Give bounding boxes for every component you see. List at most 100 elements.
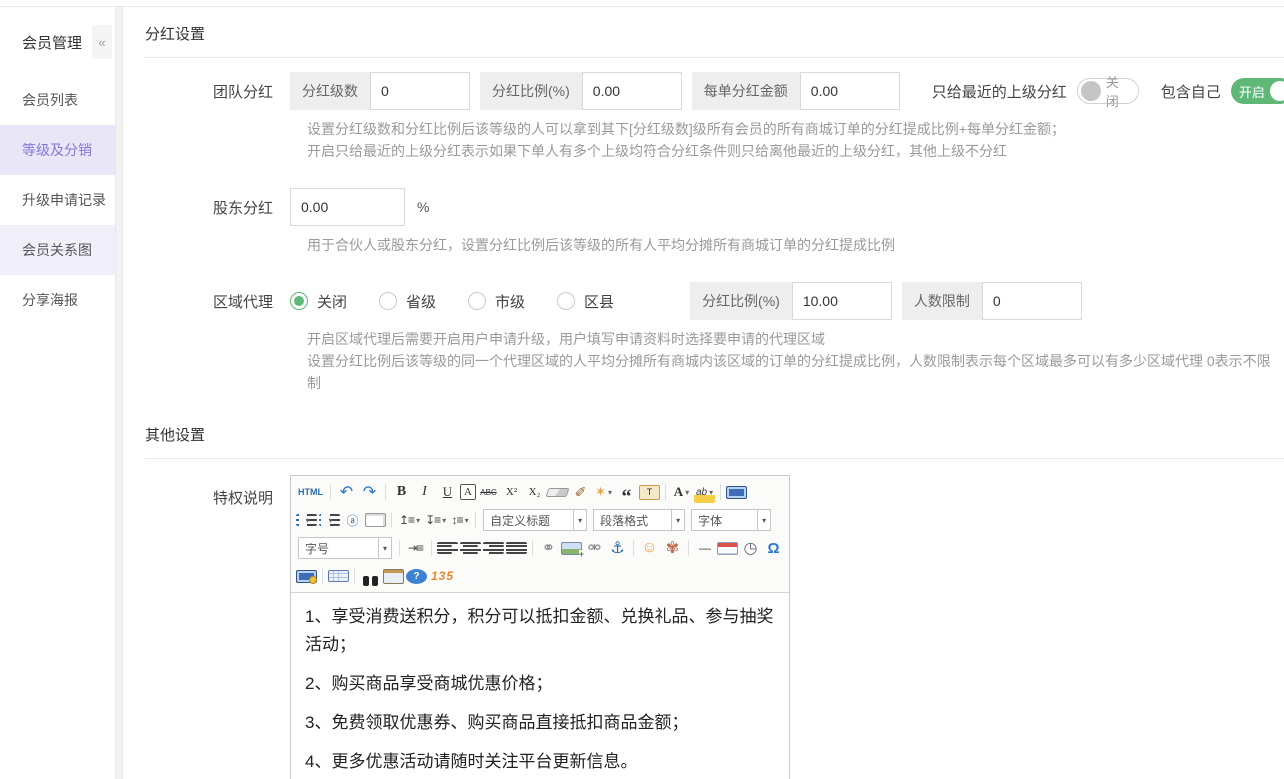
toolbar-separator [354, 568, 355, 584]
team-dividend-help: 设置分红级数和分红比例后该等级的人可以拿到其下[分红级数]级所有会员的所有商城订… [307, 118, 1284, 162]
unlink-icon[interactable]: ⚮ [584, 538, 605, 559]
find-replace-icon[interactable] [360, 571, 381, 581]
bold-icon[interactable]: B [391, 482, 412, 503]
table-icon[interactable] [328, 570, 349, 582]
chevron-down-icon: ▾ [757, 510, 770, 530]
include-self-toggle[interactable]: 开启 [1231, 78, 1284, 104]
radio-label: 关闭 [317, 291, 347, 312]
image-icon[interactable] [561, 542, 582, 555]
toolbar-separator [391, 512, 392, 528]
paragraph-spacing-icon[interactable]: ↥≡▾ [397, 510, 421, 531]
toolbar-row-4: 135 [295, 562, 785, 590]
chevron-down-icon: ▾ [685, 488, 689, 497]
remove-format-icon[interactable] [546, 488, 570, 497]
anchor-text-icon[interactable]: ⓐ [342, 510, 363, 531]
radio-ring [379, 292, 397, 310]
dividend-levels-group: 分红级数 [290, 72, 470, 110]
toolbar-separator [322, 568, 323, 584]
anchor-icon[interactable]: ⚓ [607, 538, 628, 559]
editor-toolbar: HTML↶↷BIUAABCX²X₂✐✶▾“A▾ab▾ ▾▾ⓐ↥≡▾↧≡▾↕≡▾自… [291, 476, 789, 593]
region-radio-city[interactable]: 市级 [468, 291, 525, 312]
sidebar-title: 会员管理 [22, 32, 82, 53]
section-divider [145, 57, 1284, 58]
new-page-icon[interactable] [365, 513, 386, 527]
custom-heading-select[interactable]: 自定义标题▾ [483, 509, 587, 531]
insert-date-icon[interactable] [717, 542, 738, 555]
link-icon[interactable]: ⚭ [538, 538, 559, 559]
toggle-state-text: 开启 [1239, 82, 1265, 101]
toolbar-row-1: HTML ↶↷ BIUAABCX²X₂ ✐✶▾“ A▾ab▾ [295, 478, 785, 506]
palette-icon[interactable]: ✾ [662, 538, 683, 559]
sidebar-item-member-list[interactable]: 会员列表 [0, 75, 115, 125]
quick-format-icon[interactable]: ✶▾ [593, 482, 614, 503]
toolbar-separator [688, 540, 689, 556]
paste-as-text-icon[interactable] [639, 485, 660, 500]
help-icon[interactable] [406, 569, 427, 584]
toggle-state-text: 关闭 [1106, 72, 1130, 110]
dividend-ratio-input[interactable] [582, 72, 682, 110]
unordered-list-icon[interactable]: ▾ [319, 514, 340, 526]
emoticon-icon[interactable]: ☺ [639, 538, 660, 559]
font-color-icon[interactable]: A▾ [671, 482, 692, 503]
font-size-select[interactable]: 字号▾ [298, 537, 392, 559]
editor-135-icon[interactable]: 135 [429, 566, 456, 587]
chevron-down-icon: ▾ [378, 538, 391, 558]
italic-icon[interactable]: I [414, 482, 435, 503]
undo-icon[interactable]: ↶ [336, 482, 357, 503]
paste-icon[interactable] [383, 569, 404, 584]
format-brush-icon[interactable]: ✐ [570, 482, 591, 503]
page: 会员管理 « 会员列表 等级及分销 升级申请记录 会员关系图 分享海报 分红设置… [0, 0, 1284, 779]
horizontal-rule-icon[interactable]: — [694, 538, 715, 559]
indent-icon[interactable]: ⇥≡ [405, 538, 426, 559]
region-limit-group: 人数限制 [902, 282, 1082, 320]
sidebar-item-level-distribution[interactable]: 等级及分销 [0, 125, 115, 175]
font-style-box-icon[interactable]: A [460, 484, 476, 500]
letter-spacing-icon[interactable]: ↕≡▾ [449, 510, 470, 531]
map-icon[interactable] [296, 570, 317, 583]
shareholder-dividend-row: 股东分红 % [145, 188, 1284, 226]
ordered-list-icon[interactable]: ▾ [296, 514, 317, 526]
region-ratio-input[interactable] [792, 282, 892, 320]
toolbar-separator [720, 484, 721, 500]
insert-time-icon[interactable]: ◷ [740, 538, 761, 559]
region-radio-district[interactable]: 区县 [557, 291, 614, 312]
subscript-icon[interactable]: X₂ [524, 482, 545, 503]
toolbar-separator [532, 540, 533, 556]
chevron-down-icon: ▾ [416, 516, 419, 525]
nearest-parent-toggle-label: 只给最近的上级分红 [932, 81, 1067, 102]
redo-icon[interactable]: ↷ [359, 482, 380, 503]
align-left-icon[interactable] [437, 542, 458, 554]
region-limit-input[interactable] [982, 282, 1082, 320]
dividend-levels-input[interactable] [370, 72, 470, 110]
align-center-icon[interactable] [460, 542, 481, 554]
chevron-down-icon: ▾ [465, 516, 468, 525]
editor-paragraph: 1、享受消费送积分，积分可以抵扣金额、兑换礼品、参与抽奖活动； [305, 603, 775, 659]
per-order-amount-input[interactable] [800, 72, 900, 110]
region-radio-off[interactable]: 关闭 [290, 291, 347, 312]
blockquote-icon[interactable]: “ [616, 482, 637, 503]
region-agent-label: 区域代理 [145, 291, 290, 312]
underline-icon[interactable]: U [437, 482, 458, 503]
sidebar-collapse-icon[interactable]: « [92, 25, 112, 59]
percent-unit: % [417, 199, 429, 215]
fullscreen-icon[interactable] [726, 486, 747, 499]
sidebar-item-member-relations[interactable]: 会员关系图 [0, 225, 115, 275]
nearest-parent-toggle[interactable]: 关闭 [1077, 78, 1139, 104]
align-right-icon[interactable] [483, 542, 504, 554]
font-family-select[interactable]: 字体▾ [691, 509, 771, 531]
superscript-icon[interactable]: X² [501, 482, 522, 503]
html-source-button[interactable]: HTML [296, 482, 325, 503]
special-char-icon[interactable]: Ω [763, 538, 784, 559]
align-justify-icon[interactable] [506, 542, 527, 554]
highlight-color-icon[interactable]: ab▾ [694, 482, 715, 503]
toolbar-separator [385, 484, 386, 500]
editor-content[interactable]: 1、享受消费送积分，积分可以抵扣金额、兑换礼品、参与抽奖活动； 2、购买商品享受… [291, 593, 789, 779]
sidebar-item-upgrade-records[interactable]: 升级申请记录 [0, 175, 115, 225]
sidebar-item-share-poster[interactable]: 分享海报 [0, 275, 115, 325]
shareholder-ratio-input[interactable] [290, 188, 405, 226]
editor-paragraph: 2、购买商品享受商城优惠价格； [305, 670, 775, 698]
strikethrough-icon[interactable]: ABC [478, 482, 499, 503]
region-radio-province[interactable]: 省级 [379, 291, 436, 312]
line-height-icon[interactable]: ↧≡▾ [423, 510, 447, 531]
paragraph-format-select[interactable]: 段落格式▾ [593, 509, 685, 531]
